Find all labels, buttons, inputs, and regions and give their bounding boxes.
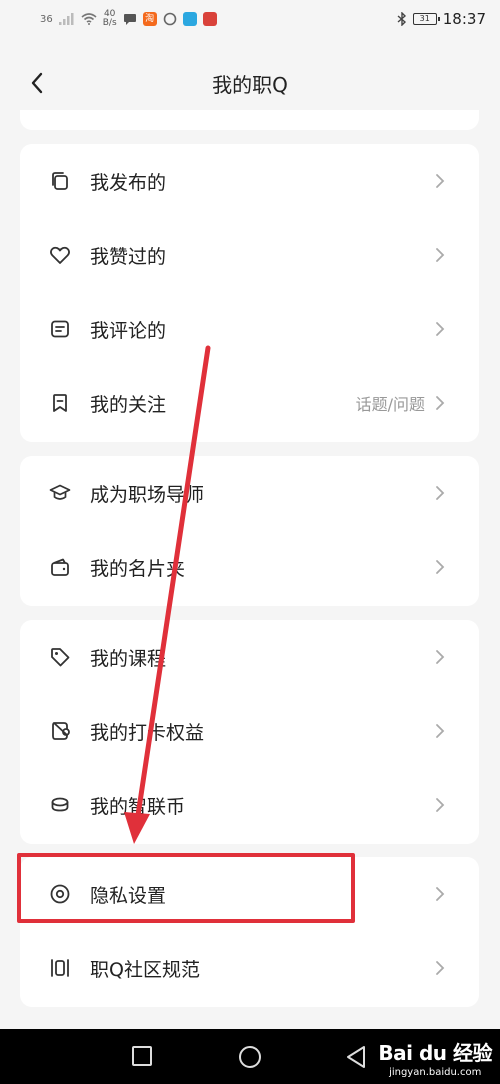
- chevron-right-icon: [435, 173, 445, 189]
- menu-item-hint: 话题/问题: [355, 395, 425, 414]
- chevron-right-icon: [435, 723, 445, 739]
- status-bar: 36 40 B/s 淘 31 18:37: [0, 0, 500, 38]
- menu-item-label: 职Q社区规范: [90, 958, 200, 981]
- circle-app-icon: [163, 12, 176, 26]
- chevron-right-icon: [435, 247, 445, 263]
- menu-item-label: 我评论的: [90, 319, 167, 342]
- network-speed: 40 B/s: [103, 10, 117, 28]
- system-back-button[interactable]: [345, 1045, 367, 1073]
- card-icon: [48, 719, 72, 743]
- back-button[interactable]: [26, 70, 48, 96]
- system-nav-bar: Bai du 经验 jingyan.baidu.com: [0, 1029, 500, 1084]
- comment-icon: [48, 317, 72, 341]
- status-right: 31 18:37: [397, 10, 486, 28]
- menu-item-my-follows[interactable]: 我的关注 话题/问题: [20, 366, 479, 440]
- status-left: 36 40 B/s 淘: [40, 10, 217, 28]
- watermark-url: jingyan.baidu.com: [389, 1067, 482, 1078]
- menu-item-checkin-benefits[interactable]: 我的打卡权益: [20, 694, 479, 768]
- nav-header: 我的职Q: [0, 58, 500, 108]
- blue-app-icon: [182, 12, 197, 26]
- battery-icon: 31: [412, 13, 440, 25]
- triangle-back-icon: [347, 1046, 365, 1068]
- menu-item-become-mentor[interactable]: 成为职场导师: [20, 456, 479, 530]
- bookmark-icon: [48, 391, 72, 415]
- menu-group-career: 成为职场导师 我的名片夹: [20, 456, 479, 606]
- chevron-right-icon: [435, 321, 445, 337]
- wifi-icon: [81, 13, 97, 25]
- status-time: 18:37: [442, 10, 486, 28]
- menu-item-card-holder[interactable]: 我的名片夹: [20, 530, 479, 604]
- menu-item-my-courses[interactable]: 我的课程: [20, 620, 479, 694]
- chevron-right-icon: [435, 395, 445, 411]
- menu-item-label: 成为职场导师: [90, 483, 205, 506]
- chevron-right-icon: [435, 797, 445, 813]
- coin-stack-icon: [48, 793, 72, 817]
- message-icon: [123, 14, 136, 25]
- rules-icon: [48, 956, 72, 980]
- menu-group-activity: 我发布的 我赞过的 我评论的 我的关注 话题/问题: [20, 144, 479, 442]
- previous-card-bottom: [20, 110, 479, 130]
- menu-group-assets: 我的课程 我的打卡权益 我的智联币: [20, 620, 479, 844]
- menu-item-label: 我的智联币: [90, 795, 186, 818]
- chevron-right-icon: [435, 559, 445, 575]
- menu-item-label: 我的名片夹: [90, 557, 186, 580]
- menu-item-my-likes[interactable]: 我赞过的: [20, 218, 479, 292]
- taobao-app-icon: 淘: [142, 12, 157, 26]
- signal-indicator: 36: [40, 13, 53, 25]
- menu-item-my-posts[interactable]: 我发布的: [20, 144, 479, 218]
- signal-bars-icon: [58, 13, 74, 25]
- chevron-right-icon: [435, 960, 445, 976]
- menu-item-label: 我的课程: [90, 647, 167, 670]
- menu-item-my-comments[interactable]: 我评论的: [20, 292, 479, 366]
- recent-apps-button[interactable]: [132, 1046, 152, 1066]
- bluetooth-icon: [397, 12, 406, 26]
- wallet-icon: [48, 555, 72, 579]
- menu-item-label: 我发布的: [90, 171, 167, 194]
- chevron-right-icon: [435, 649, 445, 665]
- menu-item-label: 我的关注: [90, 393, 167, 416]
- home-button[interactable]: [239, 1046, 261, 1068]
- menu-item-label: 我的打卡权益: [90, 721, 205, 744]
- menu-item-community-rules[interactable]: 职Q社区规范: [20, 931, 479, 1005]
- baidu-jingyan-watermark: Bai du 经验 jingyan.baidu.com: [378, 1037, 492, 1078]
- graduation-cap-icon: [48, 481, 72, 505]
- chevron-right-icon: [435, 485, 445, 501]
- menu-item-label: 我赞过的: [90, 245, 167, 268]
- tag-icon: [48, 645, 72, 669]
- annotation-highlight-box: [17, 853, 355, 923]
- heart-icon: [48, 243, 72, 267]
- menu-item-zhilian-coins[interactable]: 我的智联币: [20, 768, 479, 842]
- copy-icon: [48, 169, 72, 193]
- chevron-right-icon: [435, 886, 445, 902]
- red-app-icon: [202, 12, 217, 26]
- speed-unit: B/s: [102, 18, 117, 28]
- watermark-brand: Bai du 经验: [378, 1041, 492, 1065]
- page-title: 我的职Q: [212, 72, 288, 97]
- chevron-left-icon: [31, 72, 43, 94]
